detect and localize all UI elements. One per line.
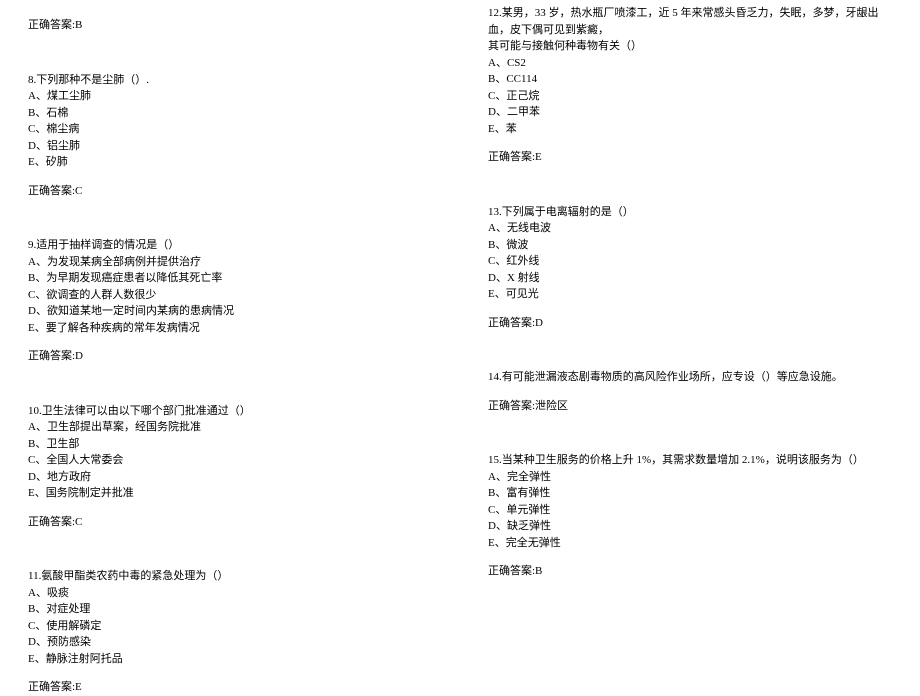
- q8-option-d: D、铝尘肺: [28, 138, 440, 155]
- q9-option-e: E、要了解各种疾病的常年发病情况: [28, 320, 440, 337]
- q12-option-e: E、苯: [488, 121, 900, 138]
- q11-option-d: D、预防感染: [28, 634, 440, 651]
- q13-answer: 正确答案:D: [488, 315, 900, 332]
- q8-option-e: E、矽肺: [28, 154, 440, 171]
- q11-option-a: A、吸痰: [28, 585, 440, 602]
- q11-option-b: B、对症处理: [28, 601, 440, 618]
- q14-answer: 正确答案:泄险区: [488, 398, 900, 415]
- q9-block: 9.适用于抽样调查的情况是（） A、为发现某病全部病例并提供治疗 B、为早期发现…: [28, 237, 440, 365]
- q9-stem: 9.适用于抽样调查的情况是（）: [28, 237, 440, 254]
- q8-block: 8.下列那种不是尘肺（）. A、煤工尘肺 B、石棉 C、棉尘病 D、铝尘肺 E、…: [28, 72, 440, 200]
- q10-option-c: C、全国人大常委会: [28, 452, 440, 469]
- q10-option-d: D、地方政府: [28, 469, 440, 486]
- q13-option-c: C、红外线: [488, 253, 900, 270]
- right-column: 12.某男，33 岁，热水瓶厂喷漆工，近 5 年来常感头昏乏力，失眠，多梦，牙龈…: [460, 0, 920, 651]
- q15-option-b: B、富有弹性: [488, 485, 900, 502]
- q15-block: 15.当某种卫生服务的价格上升 1%，其需求数量增加 2.1%，说明该服务为（）…: [488, 452, 900, 580]
- q8-option-c: C、棉尘病: [28, 121, 440, 138]
- q15-option-c: C、单元弹性: [488, 502, 900, 519]
- q13-block: 13.下列属于电离辐射的是（） A、无线电波 B、微波 C、红外线 D、X 射线…: [488, 204, 900, 332]
- q12-option-c: C、正己烷: [488, 88, 900, 105]
- q9-option-c: C、欲调查的人群人数很少: [28, 287, 440, 304]
- q9-option-a: A、为发现某病全部病例并提供治疗: [28, 254, 440, 271]
- q10-option-e: E、国务院制定并批准: [28, 485, 440, 502]
- q12-stem-line1: 12.某男，33 岁，热水瓶厂喷漆工，近 5 年来常感头昏乏力，失眠，多梦，牙龈…: [488, 5, 900, 38]
- q15-answer: 正确答案:B: [488, 563, 900, 580]
- q13-option-e: E、可见光: [488, 286, 900, 303]
- exam-page: 正确答案:B 8.下列那种不是尘肺（）. A、煤工尘肺 B、石棉 C、棉尘病 D…: [0, 0, 920, 651]
- q11-block: 11.氨酸甲酯类农药中毒的紧急处理为（） A、吸痰 B、对症处理 C、使用解磷定…: [28, 568, 440, 696]
- q8-answer: 正确答案:C: [28, 183, 440, 200]
- q7-answer: 正确答案:B: [28, 17, 440, 34]
- q14-block: 14.有可能泄漏液态剧毒物质的高风险作业场所，应专设（）等应急设施。 正确答案:…: [488, 369, 900, 414]
- q10-answer: 正确答案:C: [28, 514, 440, 531]
- q9-option-b: B、为早期发现癌症患者以降低其死亡率: [28, 270, 440, 287]
- q12-answer: 正确答案:E: [488, 149, 900, 166]
- q15-option-e: E、完全无弹性: [488, 535, 900, 552]
- q13-option-a: A、无线电波: [488, 220, 900, 237]
- q10-option-a: A、卫生部提出草案，经国务院批准: [28, 419, 440, 436]
- q11-option-e: E、静脉注射阿托品: [28, 651, 440, 668]
- q7-answer-block: 正确答案:B: [28, 17, 440, 34]
- q10-block: 10.卫生法律可以由以下哪个部门批准通过（） A、卫生部提出草案，经国务院批准 …: [28, 403, 440, 531]
- q15-stem: 15.当某种卫生服务的价格上升 1%，其需求数量增加 2.1%，说明该服务为（）: [488, 452, 900, 469]
- q8-option-b: B、石棉: [28, 105, 440, 122]
- q12-option-d: D、二甲苯: [488, 104, 900, 121]
- q12-block: 12.某男，33 岁，热水瓶厂喷漆工，近 5 年来常感头昏乏力，失眠，多梦，牙龈…: [488, 5, 900, 166]
- q9-answer: 正确答案:D: [28, 348, 440, 365]
- q12-option-a: A、CS2: [488, 55, 900, 72]
- q13-option-b: B、微波: [488, 237, 900, 254]
- q8-option-a: A、煤工尘肺: [28, 88, 440, 105]
- q11-option-c: C、使用解磷定: [28, 618, 440, 635]
- q10-option-b: B、卫生部: [28, 436, 440, 453]
- q14-stem: 14.有可能泄漏液态剧毒物质的高风险作业场所，应专设（）等应急设施。: [488, 369, 900, 386]
- q10-stem: 10.卫生法律可以由以下哪个部门批准通过（）: [28, 403, 440, 420]
- q12-stem-line2: 其可能与接触何种毒物有关（）: [488, 38, 900, 55]
- left-column: 正确答案:B 8.下列那种不是尘肺（）. A、煤工尘肺 B、石棉 C、棉尘病 D…: [0, 0, 460, 651]
- q11-answer: 正确答案:E: [28, 679, 440, 696]
- q11-stem: 11.氨酸甲酯类农药中毒的紧急处理为（）: [28, 568, 440, 585]
- q15-option-a: A、完全弹性: [488, 469, 900, 486]
- q13-stem: 13.下列属于电离辐射的是（）: [488, 204, 900, 221]
- q8-stem: 8.下列那种不是尘肺（）.: [28, 72, 440, 89]
- q15-option-d: D、缺乏弹性: [488, 518, 900, 535]
- q9-option-d: D、欲知道某地一定时间内某病的患病情况: [28, 303, 440, 320]
- q13-option-d: D、X 射线: [488, 270, 900, 287]
- q12-option-b: B、CC114: [488, 71, 900, 88]
